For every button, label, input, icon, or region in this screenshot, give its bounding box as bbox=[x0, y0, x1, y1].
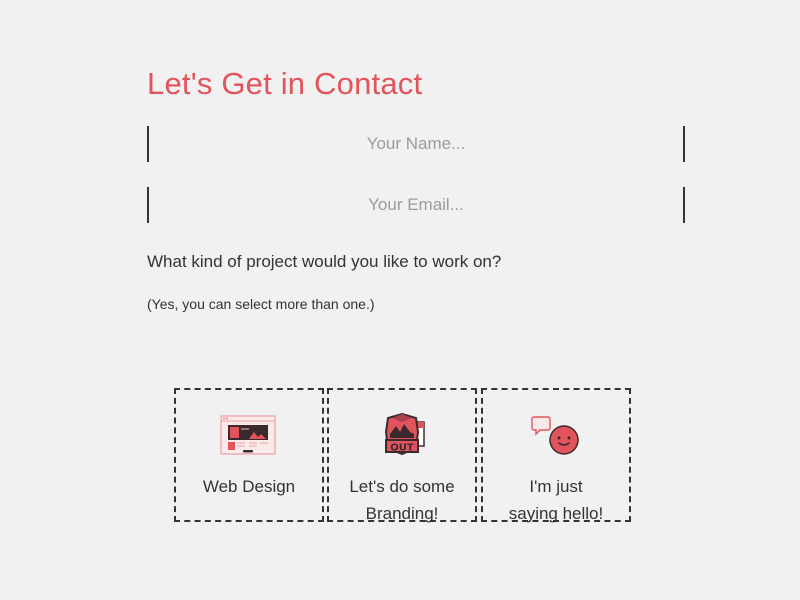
option-branding[interactable]: OUT Let's do some Branding! bbox=[327, 388, 477, 523]
smiley-chat-icon bbox=[531, 416, 579, 455]
multi-select-hint: (Yes, you can select more than one.) bbox=[147, 296, 375, 312]
option-label-text: Web Design bbox=[202, 477, 296, 496]
option-label-line1: I'm just bbox=[529, 477, 583, 496]
option-label: Web Design bbox=[176, 473, 322, 500]
svg-text:OUT: OUT bbox=[390, 443, 414, 454]
page-title: Let's Get in Contact bbox=[147, 66, 423, 101]
option-label: Let's do some Branding! bbox=[329, 473, 475, 527]
contact-page: Let's Get in Contact What kind of projec… bbox=[0, 0, 800, 600]
website-mockup-icon bbox=[220, 415, 276, 455]
option-web-design[interactable]: Web Design bbox=[174, 388, 324, 522]
email-field-wrapper bbox=[147, 187, 685, 223]
name-input[interactable] bbox=[149, 126, 683, 162]
project-question: What kind of project would you like to w… bbox=[147, 252, 502, 271]
option-label-line1: Let's do some bbox=[349, 477, 455, 496]
option-label-line2: Branding! bbox=[365, 504, 439, 523]
email-input[interactable] bbox=[149, 187, 683, 223]
option-label-line2: saying hello! bbox=[508, 504, 604, 523]
branding-badge-icon: OUT bbox=[384, 412, 425, 456]
option-label: I'm just saying hello! bbox=[483, 473, 629, 527]
option-saying-hello[interactable]: I'm just saying hello! bbox=[481, 388, 631, 523]
name-field-wrapper bbox=[147, 126, 685, 162]
